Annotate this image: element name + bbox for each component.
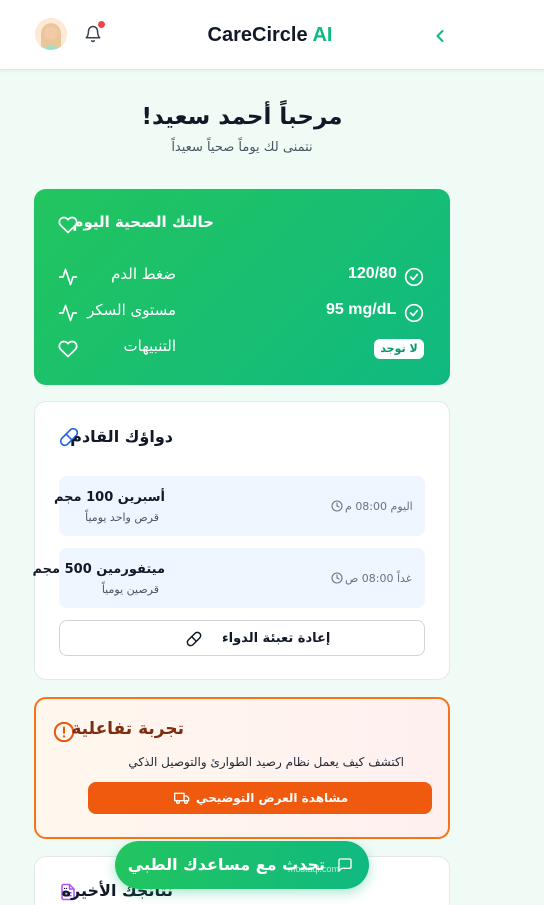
chevron-left-icon[interactable] (430, 26, 450, 46)
app-header: CareCircle AI (0, 0, 544, 70)
medication-item[interactable]: أسبرين 100 مجم قرص واحد يومياً اليوم 08:… (54, 476, 425, 536)
check-circle-icon (404, 267, 424, 287)
demo-description: اكتشف كيف يعمل نظام رصيد الطوارئ والتوصي… (128, 755, 404, 769)
health-title: حالتك الصحية اليوم (72, 213, 215, 231)
blood-pressure-label: ضغط الدم (111, 265, 176, 283)
clock-icon (331, 500, 343, 512)
truck-icon (174, 792, 190, 804)
refill-button[interactable]: إعادة تعبئة الدواء (59, 620, 425, 656)
pill-icon (186, 631, 202, 647)
activity-icon (58, 268, 78, 286)
blood-sugar-value: 95 mg/dL (326, 301, 397, 318)
brand-suffix: AI (312, 24, 333, 46)
blood-pressure-row: ضغط الدم 120/80 (34, 265, 450, 289)
alerts-label: التنبيهات (123, 337, 176, 355)
clock-icon (331, 572, 343, 584)
activity-icon (58, 304, 78, 322)
demo-title: تجربة تفاعلية (71, 719, 184, 739)
brand-name: CareCircle (207, 24, 308, 46)
interactive-demo-card: تجربة تفاعلية اكتشف كيف يعمل نظام رصيد ا… (34, 697, 450, 839)
blood-sugar-label: مستوى السكر (87, 301, 176, 319)
medication-time: اليوم 08:00 م (345, 500, 413, 513)
medications-card: دواؤك القادم أسبرين 100 مجم قرص واحد يوم… (32, 401, 450, 680)
medication-dose: قرص واحد يومياً (85, 511, 159, 524)
heart-icon (58, 340, 78, 358)
medication-dose: قرصين يومياً (101, 583, 159, 596)
health-status-card: حالتك الصحية اليوم ضغط الدم 120/80 مستوى… (34, 189, 450, 385)
notification-dot (98, 21, 105, 28)
medication-item[interactable]: ميتفورمين 500 مجم قرصين يومياً غداً 08:0… (32, 548, 425, 608)
greeting-subtitle: نتمنى لك يوماً صحياً سعيداً (171, 140, 313, 155)
watch-demo-label: مشاهدة العرض التوضيحي (196, 791, 349, 805)
greeting-title: مرحباً أحمد سعيد! (141, 104, 343, 130)
message-square-icon (338, 858, 352, 872)
alerts-badge: لا توجد (374, 339, 424, 359)
medications-title: دواؤك القادم (70, 427, 173, 446)
blood-sugar-row: مستوى السكر 95 mg/dL (34, 301, 450, 325)
watch-demo-button[interactable]: مشاهدة العرض التوضيحي (88, 782, 432, 814)
blood-pressure-value: 120/80 (348, 265, 397, 282)
check-circle-icon (404, 303, 424, 323)
medication-name: أسبرين 100 مجم (53, 490, 165, 505)
medication-time: غداً 08:00 ص (345, 572, 412, 585)
watermark: mostaql.com (288, 864, 340, 874)
app-brand: CareCircle AI (200, 24, 340, 47)
avatar[interactable] (35, 18, 67, 50)
refill-label: إعادة تعبئة الدواء (222, 631, 331, 646)
medication-name: ميتفورمين 500 مجم (32, 562, 165, 577)
